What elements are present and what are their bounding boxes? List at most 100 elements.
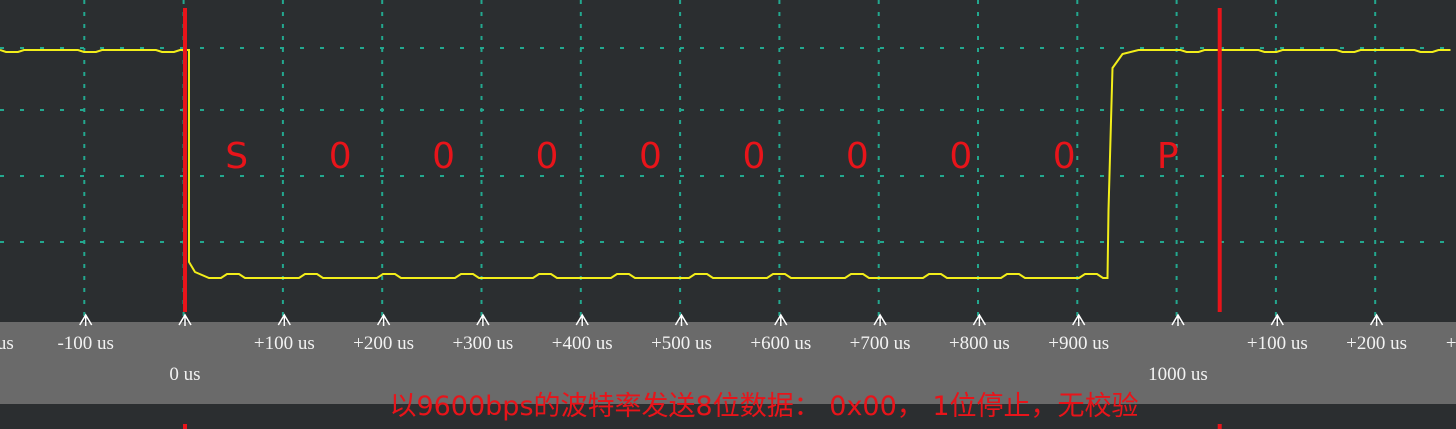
grid-dot-h xyxy=(1160,47,1164,49)
grid-dot-v xyxy=(381,180,384,184)
grid-dot-v xyxy=(83,168,86,172)
grid-dot-h xyxy=(300,241,304,243)
grid-dot-h xyxy=(1200,47,1204,49)
grid-dot-h xyxy=(1140,109,1144,111)
grid-dot-h xyxy=(480,47,484,49)
grid-dot-v xyxy=(977,24,979,28)
grid-dot-v xyxy=(1374,252,1377,256)
grid-dot-h xyxy=(1340,109,1344,111)
grid-dot-v xyxy=(977,180,979,184)
grid-dot-h xyxy=(220,109,224,111)
grid-dot-h xyxy=(1300,175,1304,177)
grid-dot-v xyxy=(281,144,284,148)
grid-dot-h xyxy=(760,47,764,49)
grid-dot-v xyxy=(1175,192,1178,196)
grid-dot-v xyxy=(1374,0,1377,4)
grid-dot-h xyxy=(1020,109,1024,111)
grid-dot-h xyxy=(1420,175,1424,177)
grid-dot-v xyxy=(281,216,284,220)
grid-dot-h xyxy=(860,47,864,49)
grid-dot-v xyxy=(1374,132,1377,136)
grid-dot-h xyxy=(660,241,664,243)
grid-dot-h xyxy=(1100,241,1104,243)
grid-dot-v xyxy=(1274,144,1277,148)
ruler-label: 1000 us xyxy=(1148,364,1208,385)
grid-dot-v xyxy=(877,60,880,64)
grid-dot-h xyxy=(540,47,544,49)
grid-dot-h xyxy=(680,175,684,177)
grid-dot-h xyxy=(1240,241,1244,243)
grid-dot-v xyxy=(977,36,979,40)
grid-dot-v xyxy=(480,228,483,232)
grid-dot-v xyxy=(1274,12,1277,16)
grid-dot-v xyxy=(381,168,384,172)
grid-dot-h xyxy=(720,47,724,49)
grid-dot-h xyxy=(300,109,304,111)
grid-dot-h xyxy=(320,175,324,177)
grid-dot-v xyxy=(877,192,880,196)
grid-dot-v xyxy=(1175,300,1178,304)
grid-dot-v xyxy=(778,168,781,172)
grid-dot-h xyxy=(500,175,504,177)
grid-dot-v xyxy=(579,144,582,148)
grid-dot-v xyxy=(1076,300,1079,304)
grid-dot-v xyxy=(679,132,682,136)
grid-dot-h xyxy=(1440,47,1444,49)
grid-dot-v xyxy=(778,0,781,4)
grid-dot-h xyxy=(780,47,784,49)
grid-dot-v xyxy=(381,156,384,160)
grid-dot-h xyxy=(260,241,264,243)
grid-dot-v xyxy=(1274,0,1277,4)
grid-dot-h xyxy=(580,47,584,49)
grid-dot-v xyxy=(877,288,880,292)
oscilloscope-view[interactable]: us -100 us +100 us +200 us +300 us +400 us +50… xyxy=(0,0,1456,429)
ruler-label: +100 us xyxy=(254,333,315,354)
grid-dot-v xyxy=(381,300,384,304)
grid-dot-v xyxy=(1076,144,1079,148)
grid-dot-v xyxy=(778,60,781,64)
grid-dot-h xyxy=(1260,109,1264,111)
grid-dot-v xyxy=(778,36,781,40)
grid-dot-v xyxy=(1175,36,1178,40)
grid-dot-v xyxy=(1274,180,1277,184)
grid-dot-v xyxy=(1076,96,1079,100)
grid-dot-h xyxy=(680,47,684,49)
grid-dot-v xyxy=(877,180,880,184)
grid-dot-v xyxy=(877,0,880,4)
grid-dot-h xyxy=(860,241,864,243)
grid-dot-h xyxy=(220,47,224,49)
grid-dot-v xyxy=(480,36,483,40)
grid-dot-h xyxy=(600,47,604,49)
grid-dot-v xyxy=(778,180,781,184)
grid-dot-v xyxy=(381,252,384,256)
grid-dot-h xyxy=(740,47,744,49)
grid-dot-h xyxy=(200,175,204,177)
grid-dot-v xyxy=(877,84,880,88)
grid-dot-v xyxy=(480,72,483,76)
grid-dot-v xyxy=(778,276,781,280)
grid-dot-h xyxy=(1040,241,1044,243)
grid-dot-v xyxy=(1274,60,1277,64)
grid-dot-v xyxy=(579,216,582,220)
grid-dot-v xyxy=(381,96,384,100)
grid-dot-v xyxy=(83,36,86,40)
grid-dot-h xyxy=(820,175,824,177)
grid-dot-h xyxy=(1080,175,1084,177)
grid-dot-v xyxy=(679,120,682,124)
ruler-label: +200 us xyxy=(353,333,414,354)
grid-dot-h xyxy=(580,175,584,177)
grid-dot-h xyxy=(300,175,304,177)
grid-dot-v xyxy=(1274,228,1277,232)
grid-dot-v xyxy=(281,120,284,124)
grid-dot-h xyxy=(1060,109,1064,111)
grid-dot-h xyxy=(140,109,144,111)
grid-dot-h xyxy=(1340,175,1344,177)
grid-dot-h xyxy=(1000,109,1004,111)
grid-dot-v xyxy=(83,12,86,16)
grid-dot-v xyxy=(977,288,979,292)
grid-dot-v xyxy=(281,24,284,28)
grid-dot-h xyxy=(240,47,244,49)
grid-dot-v xyxy=(1274,72,1277,76)
grid-dot-v xyxy=(83,96,86,100)
grid-dot-v xyxy=(1274,252,1277,256)
